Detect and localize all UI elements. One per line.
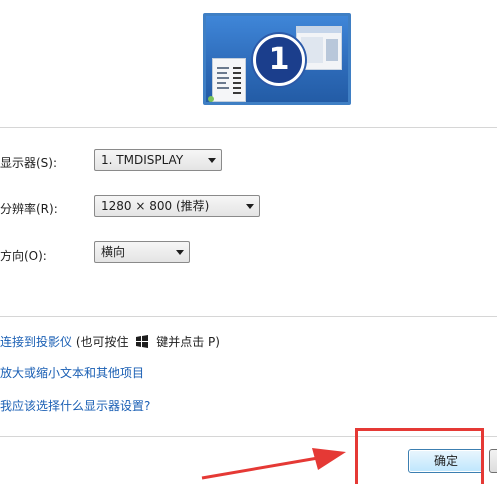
annotation-arrow <box>201 448 346 480</box>
resolution-label: 分辨率(R): <box>0 202 58 216</box>
orientation-select[interactable]: 横向 <box>94 241 190 263</box>
preview-window-front <box>212 58 246 102</box>
divider-middle <box>0 316 497 317</box>
projector-hint-after: 键并点击 P) <box>156 335 220 349</box>
display-select[interactable]: 1. TMDISPLAY <box>94 149 222 171</box>
connect-projector-link[interactable]: 连接到投影仪 <box>0 335 72 349</box>
text-size-link[interactable]: 放大或缩小文本和其他项目 <box>0 364 144 381</box>
chevron-down-icon <box>246 204 254 209</box>
projector-hint-before: (也可按住 <box>75 335 129 349</box>
orientation-label: 方向(O): <box>0 249 47 263</box>
resolution-select-value: 1280 × 800 (推荐) <box>101 199 210 213</box>
ok-button-highlight <box>355 428 484 484</box>
cancel-button[interactable] <box>489 449 497 473</box>
chevron-down-icon <box>176 250 184 255</box>
chevron-down-icon <box>208 158 216 163</box>
display-label: 显示器(S): <box>0 156 58 170</box>
display-select-value: 1. TMDISPLAY <box>101 153 184 167</box>
monitor-preview[interactable]: 1 <box>203 13 351 105</box>
windows-logo-icon <box>136 335 149 348</box>
monitor-number-badge: 1 <box>253 34 305 86</box>
start-orb-icon <box>208 96 214 102</box>
display-settings-help-link[interactable]: 我应该选择什么显示器设置? <box>0 397 150 414</box>
resolution-select[interactable]: 1280 × 800 (推荐) <box>94 195 260 217</box>
orientation-select-value: 横向 <box>101 245 126 259</box>
divider-top <box>0 127 497 128</box>
projector-row: 连接到投影仪 (也可按住 键并点击 P) <box>0 333 220 350</box>
